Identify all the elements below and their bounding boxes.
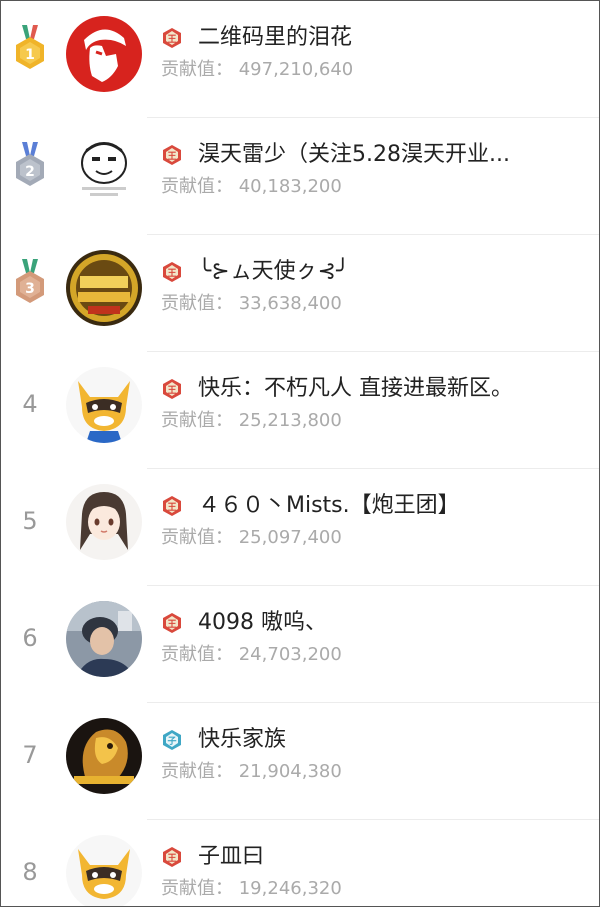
red-level-badge-icon: 王 (163, 379, 181, 399)
list-item[interactable]: 1 王 二维码里的泪花 贡献值： 497,210,640 (1, 1, 599, 118)
avatar[interactable] (66, 367, 142, 443)
user-name: 快乐家族 (198, 727, 287, 752)
contribution: 贡献值： 40,183,200 (161, 174, 342, 200)
svg-text:王: 王 (167, 502, 176, 513)
contribution-label: 贡献值： (161, 293, 233, 314)
rank-number: 6 (22, 624, 38, 652)
gold-medal-icon: 1 (16, 25, 44, 69)
red-level-badge-icon: 王 (163, 613, 181, 633)
user-name: ╰⊱ㇺ天使ㇰ⊰╯ (198, 259, 350, 284)
contribution: 贡献值： 25,213,800 (161, 408, 342, 434)
rank-number: 8 (22, 858, 38, 886)
svg-text:1: 1 (25, 47, 35, 63)
silver-medal-icon: 2 (16, 142, 44, 186)
contribution: 贡献值： 25,097,400 (161, 525, 342, 551)
red-level-badge-icon: 王 (163, 262, 181, 282)
contribution-label: 贡献值： (161, 761, 233, 782)
rank-number: 5 (22, 507, 38, 535)
red-level-badge-icon: 王 (163, 496, 181, 516)
contribution-value: 19,246,320 (238, 878, 342, 899)
avatar[interactable] (66, 484, 142, 560)
user-name: 二维码里的泪花 (198, 25, 353, 50)
contribution: 贡献值： 19,246,320 (161, 876, 342, 902)
contribution-value: 21,904,380 (238, 761, 342, 782)
contribution-label: 贡献值： (161, 176, 233, 197)
avatar[interactable] (66, 133, 142, 209)
bronze-medal-icon: 3 (16, 259, 44, 303)
svg-text:王: 王 (167, 268, 176, 279)
contribution-value: 25,213,800 (238, 410, 342, 431)
contribution-label: 贡献值： (161, 527, 233, 548)
list-item[interactable]: 6 王 4098 嗷呜、 贡献值： 24,703,200 (1, 586, 599, 703)
contribution-label: 贡献值： (161, 59, 233, 80)
svg-text:王: 王 (167, 853, 176, 864)
contribution: 贡献值： 21,904,380 (161, 759, 342, 785)
user-name: 快乐：不朽凡人 直接进最新区。 (198, 376, 513, 401)
avatar[interactable] (66, 16, 142, 92)
avatar[interactable] (66, 250, 142, 326)
svg-text:王: 王 (167, 34, 176, 45)
user-name: 子皿曰 (198, 844, 265, 869)
list-item[interactable]: 4 王 快乐：不朽凡人 直接进最新区。 贡献值： 25,213,800 (1, 352, 599, 469)
rank-number: 7 (22, 741, 38, 769)
user-name: 淏天雷少（关注5.28淏天开业... (198, 142, 510, 167)
red-level-badge-icon: 王 (163, 28, 181, 48)
svg-text:3: 3 (25, 281, 35, 297)
red-level-badge-icon: 王 (163, 145, 181, 165)
teal-level-badge-icon: 子 (163, 730, 181, 750)
contribution-label: 贡献值： (161, 410, 233, 431)
contribution-label: 贡献值： (161, 878, 233, 899)
contribution-value: 40,183,200 (238, 176, 342, 197)
user-name: ４６０丶Mists.【炮王团】 (198, 493, 460, 518)
contribution-value: 24,703,200 (238, 644, 342, 665)
list-item[interactable]: 7 子 快乐家族 贡献值： 21,904,380 (1, 703, 599, 820)
contribution-label: 贡献值： (161, 644, 233, 665)
ranking-list: 1 王 二维码里的泪花 贡献值： 497,210,640 2 王 淏天雷少（关注… (0, 0, 600, 907)
svg-text:王: 王 (167, 619, 176, 630)
avatar[interactable] (66, 718, 142, 794)
contribution-value: 33,638,400 (238, 293, 342, 314)
contribution-value: 25,097,400 (238, 527, 342, 548)
avatar[interactable] (66, 601, 142, 677)
svg-text:子: 子 (167, 736, 176, 747)
contribution: 贡献值： 497,210,640 (161, 57, 353, 83)
contribution: 贡献值： 24,703,200 (161, 642, 342, 668)
list-item[interactable]: 2 王 淏天雷少（关注5.28淏天开业... 贡献值： 40,183,200 (1, 118, 599, 235)
avatar[interactable] (66, 835, 142, 906)
svg-text:王: 王 (167, 385, 176, 396)
list-item[interactable]: 3 王 ╰⊱ㇺ天使ㇰ⊰╯ 贡献值： 33,638,400 (1, 235, 599, 352)
contribution: 贡献值： 33,638,400 (161, 291, 342, 317)
list-item[interactable]: 8 王 子皿曰 贡献值： 19,246,320 (1, 820, 599, 906)
user-name: 4098 嗷呜、 (198, 610, 327, 635)
rank-number: 4 (22, 390, 38, 418)
svg-text:王: 王 (167, 151, 176, 162)
list-item[interactable]: 5 王 ４６０丶Mists.【炮王团】 贡献值： 25,097,400 (1, 469, 599, 586)
contribution-value: 497,210,640 (238, 59, 354, 80)
red-level-badge-icon: 王 (163, 847, 181, 867)
svg-text:2: 2 (25, 164, 35, 180)
